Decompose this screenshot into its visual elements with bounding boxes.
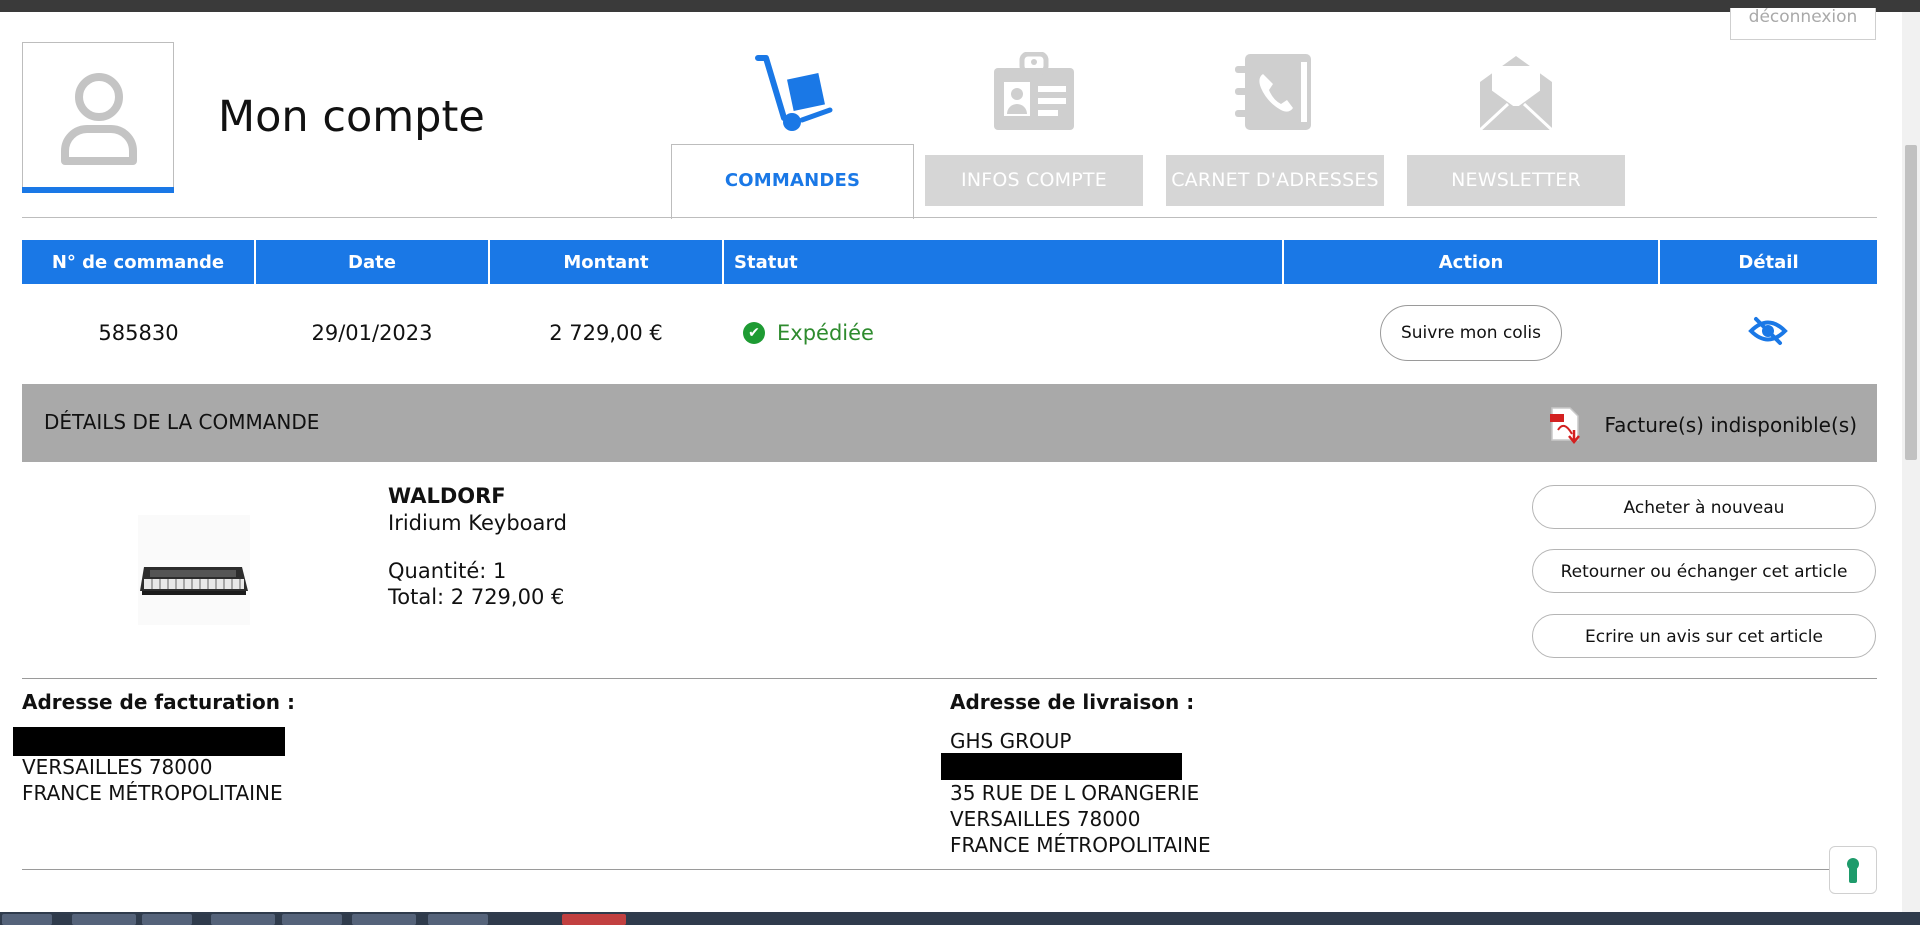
eye-slash-icon[interactable]	[1748, 316, 1788, 346]
order-action-cell: Suivre mon colis	[1283, 284, 1659, 382]
id-card-icon	[994, 52, 1074, 130]
taskbar-item[interactable]	[72, 914, 136, 925]
order-details-bar: DÉTAILS DE LA COMMANDE Facture(s) indisp…	[22, 384, 1877, 462]
column-header: Action	[1283, 240, 1660, 284]
order-detail-cell	[1659, 284, 1877, 382]
buy-again-button[interactable]: Acheter à nouveau	[1532, 485, 1876, 529]
taskbar-item[interactable]	[282, 914, 342, 925]
tab-commandes[interactable]: COMMANDES	[671, 144, 914, 219]
taskbar-item[interactable]	[428, 914, 488, 925]
order-status: Expédiée	[777, 321, 874, 345]
order-date: 29/01/2023	[311, 321, 433, 345]
tab-carnet-adresses[interactable]: CARNET D'ADRESSES	[1166, 155, 1384, 206]
start-button[interactable]	[2, 914, 52, 925]
product-brand: WALDORF	[388, 484, 506, 508]
redacted-billing-name	[13, 727, 285, 756]
logout-button[interactable]: déconnexion	[1730, 8, 1876, 40]
taskbar-item[interactable]	[142, 914, 192, 925]
column-header: Détail	[1659, 240, 1877, 284]
table-row: 585830 29/01/2023 2 729,00 € ✔ Expédiée …	[22, 284, 1877, 382]
product-total: Total: 2 729,00 €	[388, 585, 565, 609]
tab-newsletter[interactable]: NEWSLETTER	[1407, 155, 1625, 206]
keyhole-icon	[1847, 858, 1859, 883]
pdf-download-icon	[1550, 407, 1581, 444]
table-header-row: N° de commande Date Montant Statut Actio…	[22, 240, 1877, 284]
order-details-title: DÉTAILS DE LA COMMANDE	[44, 410, 320, 434]
shipping-address-line: 35 RUE DE L ORANGERIE	[950, 781, 1200, 805]
redacted-shipping-name	[941, 753, 1182, 780]
product-quantity: Quantité: 1	[388, 559, 507, 583]
taskbar-item[interactable]	[211, 914, 275, 925]
avatar-accent-bar	[22, 187, 174, 193]
invoice-status[interactable]: Facture(s) indisponible(s)	[1548, 406, 1857, 444]
product-name[interactable]: Iridium Keyboard	[388, 511, 567, 535]
orders-table: N° de commande Date Montant Statut Actio…	[22, 240, 1877, 382]
divider	[22, 869, 1877, 870]
write-review-button[interactable]: Ecrire un avis sur cet article	[1532, 614, 1876, 658]
billing-address-line: VERSAILLES 78000	[22, 755, 213, 779]
check-circle-icon: ✔	[743, 322, 765, 344]
column-header: Statut	[723, 240, 1284, 284]
column-header: N° de commande	[22, 240, 256, 284]
order-number: 585830	[98, 321, 179, 345]
column-header: Montant	[489, 240, 724, 284]
invoice-label: Facture(s) indisponible(s)	[1604, 413, 1857, 437]
shipping-address-heading: Adresse de livraison :	[950, 690, 1195, 714]
shipping-address-line: VERSAILLES 78000	[950, 807, 1141, 831]
return-exchange-button[interactable]: Retourner ou échanger cet article	[1532, 549, 1876, 593]
track-package-button[interactable]: Suivre mon colis	[1379, 305, 1563, 361]
page-title: Mon compte	[218, 92, 485, 142]
divider	[22, 678, 1877, 679]
accessibility-button[interactable]	[1829, 846, 1877, 894]
order-amount: 2 729,00 €	[549, 321, 663, 345]
column-header: Date	[255, 240, 490, 284]
taskbar-item[interactable]	[562, 914, 626, 925]
shipping-address-line: FRANCE MÉTROPOLITAINE	[950, 833, 1211, 857]
shipping-company: GHS GROUP	[950, 729, 1072, 753]
synthesizer-keyboard-image[interactable]	[138, 515, 250, 625]
billing-address-line: FRANCE MÉTROPOLITAINE	[22, 781, 283, 805]
envelope-icon	[1478, 56, 1554, 132]
user-icon	[61, 73, 137, 165]
order-status-cell: ✔ Expédiée	[723, 284, 1283, 382]
taskbar-item[interactable]	[352, 914, 416, 925]
billing-address-heading: Adresse de facturation :	[22, 690, 295, 714]
hand-truck-icon	[755, 55, 833, 131]
browser-top-bar	[0, 0, 1920, 12]
scrollbar-thumb[interactable]	[1905, 145, 1917, 460]
address-book-icon	[1235, 54, 1311, 130]
tabs-divider	[22, 217, 1877, 218]
tab-infos-compte[interactable]: INFOS COMPTE	[925, 155, 1143, 206]
avatar	[22, 42, 174, 193]
